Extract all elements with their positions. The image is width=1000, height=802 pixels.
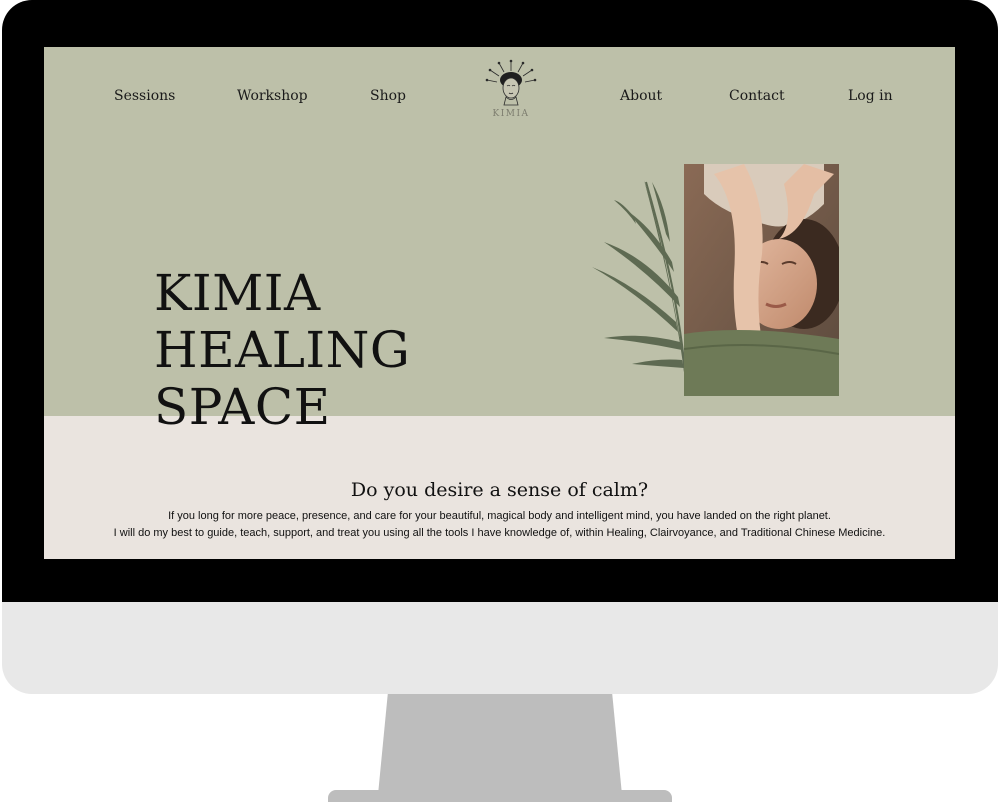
hero-title-line: HEALING [154, 321, 411, 379]
hero-title-line: KIMIA [154, 264, 321, 322]
monitor-stand [378, 694, 622, 800]
intro-paragraph-line: If you long for more peace, presence, an… [168, 510, 831, 522]
hero-title: KIMIA HEALING SPACE [154, 265, 410, 436]
nav-about[interactable]: About [620, 88, 662, 104]
hero-title-line: SPACE [154, 378, 331, 436]
website-screen: Sessions Workshop Shop About Contact Log… [44, 47, 955, 559]
intro-heading: Do you desire a sense of calm? [350, 479, 649, 501]
nav-contact[interactable]: Contact [729, 88, 785, 104]
nav-login[interactable]: Log in [848, 88, 893, 104]
monitor-stand-base [328, 790, 672, 802]
site-logo[interactable]: KIMIA [485, 59, 537, 127]
logo-text: KIMIA [492, 109, 530, 119]
logo-face-icon [485, 59, 537, 106]
intro-paragraph-line: I will do my best to guide, teach, suppo… [113, 527, 886, 539]
nav-shop[interactable]: Shop [370, 88, 406, 104]
nav-workshop[interactable]: Workshop [237, 88, 308, 104]
healing-session-photo [684, 164, 839, 396]
nav-sessions[interactable]: Sessions [114, 88, 175, 104]
